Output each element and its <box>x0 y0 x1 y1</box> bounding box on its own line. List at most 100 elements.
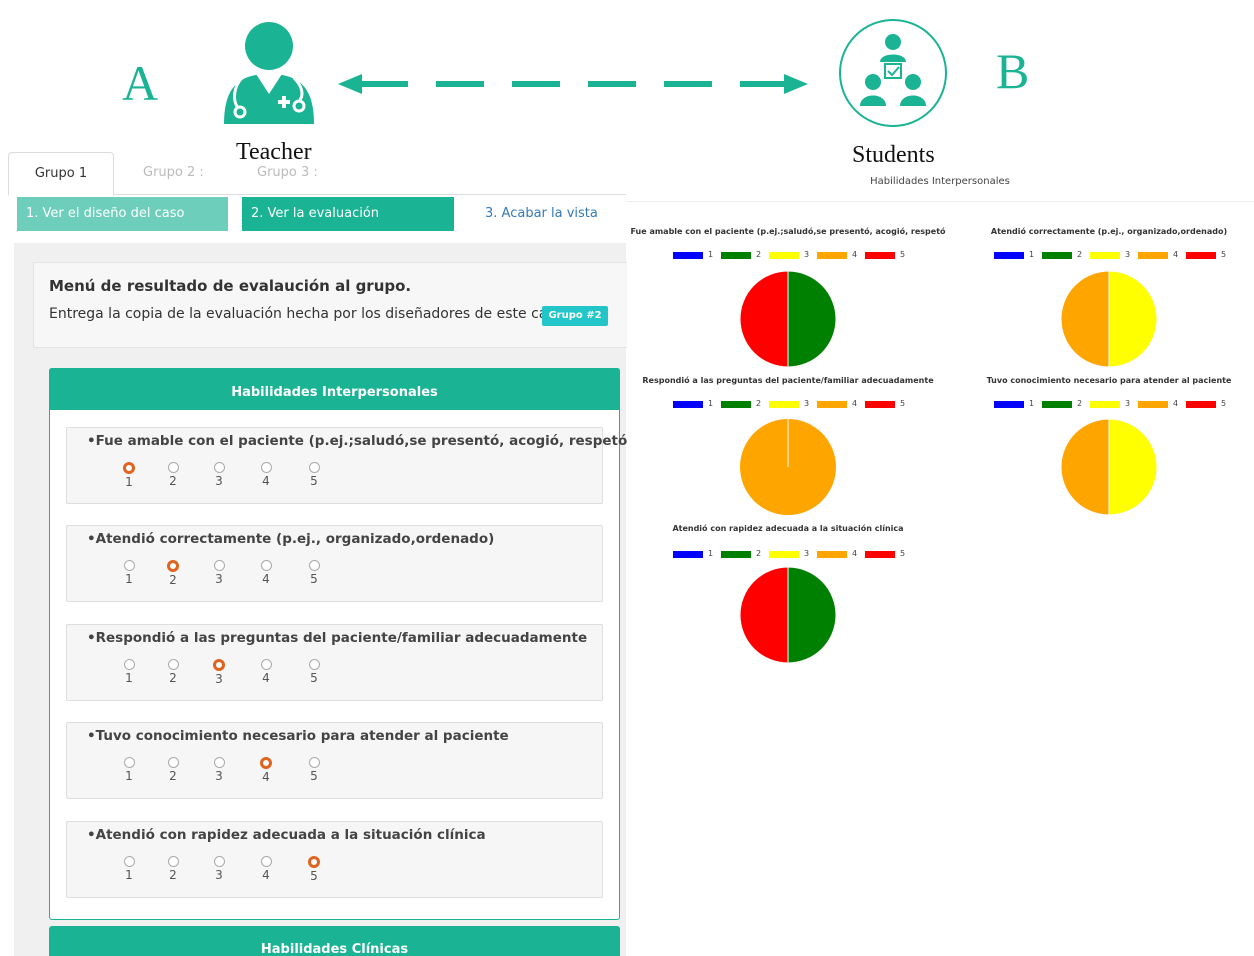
radio-button[interactable] <box>167 659 179 670</box>
label-b: B <box>996 43 1030 99</box>
pie-slice <box>1060 270 1110 368</box>
charts-divider <box>626 201 1254 202</box>
rating-number: 1 <box>125 868 133 882</box>
tab-grupo-1[interactable]: Grupo 1 <box>8 152 114 196</box>
legend-label: 2 <box>1077 399 1083 408</box>
legend-swatch <box>817 252 847 259</box>
chart-legend: 1 2 3 4 5 <box>673 549 913 560</box>
pie-slice <box>739 270 789 368</box>
radio-button[interactable] <box>308 560 320 571</box>
pie-chart <box>739 566 837 664</box>
legend-swatch <box>1138 252 1168 259</box>
rating-number: 5 <box>310 474 318 488</box>
step-acabar-vista[interactable]: 3. Acabar la vista <box>476 197 626 231</box>
rating-option: 3 <box>204 757 234 783</box>
legend-swatch <box>817 551 847 558</box>
legend-swatch <box>994 401 1024 408</box>
rating-number: 5 <box>310 572 318 586</box>
students-label: Students <box>852 142 935 168</box>
next-section-header: Habilidades Clínicas <box>49 926 620 956</box>
radio-button[interactable] <box>308 462 320 473</box>
legend-label: 5 <box>900 250 906 259</box>
chart-legend: 1 2 3 4 5 <box>673 250 913 261</box>
group-badge: Grupo #2 <box>542 306 608 326</box>
question-label: •Tuvo conocimiento necesario para atende… <box>87 728 509 744</box>
legend-swatch <box>673 401 703 408</box>
legend-swatch <box>994 252 1024 259</box>
legend-label: 5 <box>1221 250 1227 259</box>
legend-swatch <box>865 551 895 558</box>
radio-button[interactable] <box>213 462 225 473</box>
step-ver-evaluacion[interactable]: 2. Ver la evaluación <box>242 197 454 231</box>
step-ver-diseno[interactable]: 1. Ver el diseño del caso <box>17 197 228 231</box>
legend-swatch <box>721 252 751 259</box>
pie-chart <box>740 419 836 515</box>
rating-option: 4 <box>251 856 281 882</box>
rating-option: 4 <box>251 659 281 685</box>
rating-option: 3 <box>204 462 234 488</box>
legend-swatch <box>865 252 895 259</box>
radio-button[interactable] <box>167 462 179 473</box>
legend-label: 3 <box>804 399 810 408</box>
chart-title: Atendió con rapidez adecuada a la situac… <box>672 524 904 533</box>
radio-button[interactable] <box>123 856 135 867</box>
legend-swatch <box>1138 401 1168 408</box>
rating-option: 1 <box>114 462 144 489</box>
radio-selected[interactable] <box>260 757 272 769</box>
radio-button[interactable] <box>167 856 179 867</box>
pie-slice <box>1108 418 1158 516</box>
rating-number: 1 <box>125 475 133 489</box>
legend-swatch <box>865 401 895 408</box>
radio-button[interactable] <box>213 856 225 867</box>
question-label: •Fue amable con el paciente (p.ej.;salud… <box>87 433 628 449</box>
rating-option: 5 <box>299 856 329 883</box>
pie-slice <box>739 566 789 664</box>
tab-grupo-3[interactable]: Grupo 3 : <box>257 152 318 194</box>
radio-button[interactable] <box>308 757 320 768</box>
radio-button[interactable] <box>123 757 135 768</box>
radio-selected[interactable] <box>123 462 135 474</box>
question-label: •Atendió con rapidez adecuada a la situa… <box>87 827 486 843</box>
label-a: A <box>122 55 159 111</box>
legend-swatch <box>1186 401 1216 408</box>
group-tabs: Grupo 1 Grupo 2 : Grupo 3 : <box>8 152 626 196</box>
rating-number: 2 <box>169 474 177 488</box>
rating-option: 3 <box>204 560 234 586</box>
radio-button[interactable] <box>308 659 320 670</box>
rating-number: 5 <box>310 671 318 685</box>
radio-button[interactable] <box>123 659 135 670</box>
chart-title: Respondió a las preguntas del paciente/f… <box>642 376 934 385</box>
legend-label: 4 <box>1173 250 1179 259</box>
pie-chart <box>1060 418 1158 516</box>
tab-grupo-2[interactable]: Grupo 2 : <box>143 152 204 194</box>
legend-swatch <box>1042 252 1072 259</box>
radio-button[interactable] <box>260 659 272 670</box>
rating-option: 2 <box>158 659 188 685</box>
radio-selected[interactable] <box>308 856 320 868</box>
pie-slice <box>1060 418 1110 516</box>
pie-slice <box>787 270 837 368</box>
legend-label: 4 <box>852 250 858 259</box>
legend-swatch <box>769 401 799 408</box>
radio-button[interactable] <box>260 560 272 571</box>
rating-number: 3 <box>215 769 223 783</box>
radio-button[interactable] <box>213 757 225 768</box>
pie-chart <box>739 270 837 368</box>
radio-selected[interactable] <box>213 659 225 671</box>
legend-swatch <box>673 252 703 259</box>
rating-option: 4 <box>251 757 281 784</box>
radio-button[interactable] <box>123 560 135 571</box>
radio-button[interactable] <box>213 560 225 571</box>
rating-option: 3 <box>204 856 234 882</box>
chart-title: Atendió correctamente (p.ej., organizado… <box>990 227 1228 236</box>
menu-title: Menú de resultado de evalaución al grupo… <box>49 277 412 295</box>
legend-label: 2 <box>756 250 762 259</box>
legend-label: 1 <box>708 549 714 558</box>
chart-legend: 1 2 3 4 5 <box>994 250 1234 261</box>
radio-button[interactable] <box>167 757 179 768</box>
question-card: •Atendió con rapidez adecuada a la situa… <box>66 821 603 898</box>
radio-selected[interactable] <box>167 560 179 572</box>
legend-label: 2 <box>756 399 762 408</box>
radio-button[interactable] <box>260 856 272 867</box>
radio-button[interactable] <box>260 462 272 473</box>
